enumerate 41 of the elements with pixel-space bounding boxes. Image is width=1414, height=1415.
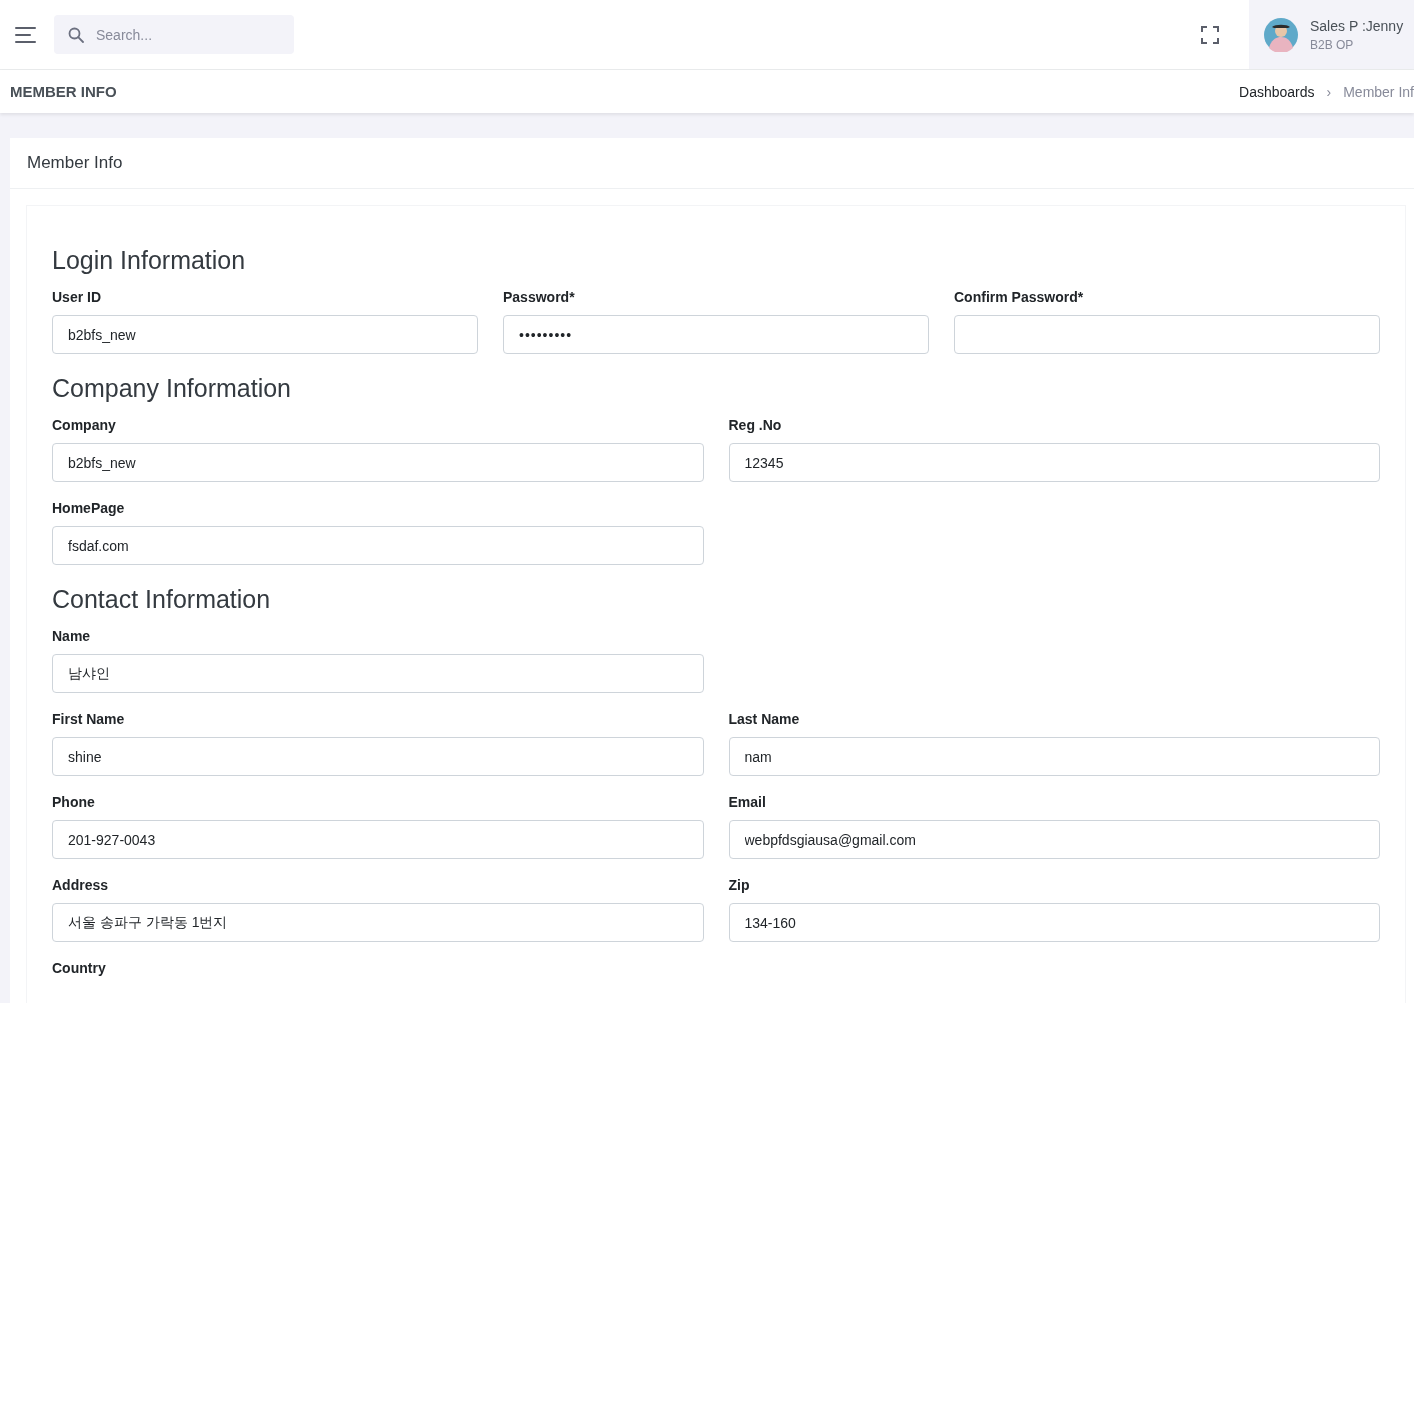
page-title: MEMBER INFO xyxy=(10,83,117,100)
breadcrumb-link[interactable]: Member Inf xyxy=(1343,83,1414,100)
field-label: Password* xyxy=(503,289,576,305)
user-name: Sales P :Jenny xyxy=(1310,17,1404,34)
card-title: Member Info xyxy=(27,153,123,172)
input-field[interactable]: 134-160 xyxy=(728,903,1380,942)
input-field[interactable]: webpfdsgiausa@gmail.com xyxy=(728,820,1380,859)
input-field[interactable]: 남샤인 xyxy=(52,654,704,693)
menu-icon[interactable] xyxy=(15,26,37,43)
fullscreen-icon[interactable] xyxy=(1201,25,1219,44)
field-label: Phone xyxy=(52,794,96,810)
field-label: Country xyxy=(52,960,107,976)
password-field[interactable]: ••••••••• xyxy=(503,315,929,354)
field-label: Zip xyxy=(728,877,751,893)
field-label: Company xyxy=(52,417,117,433)
field-label: User ID xyxy=(52,289,103,305)
input-field[interactable]: 12345 xyxy=(728,443,1380,482)
input-field[interactable]: b2bfs_new xyxy=(52,315,478,354)
breadcrumb-separator: › xyxy=(1326,83,1332,100)
breadcrumb-link[interactable]: Dashboards xyxy=(1239,83,1315,100)
field-label: Email xyxy=(728,794,767,810)
section-heading: Login Information xyxy=(52,246,247,275)
user-role: B2B OP xyxy=(1310,37,1355,52)
input-field[interactable]: fsdaf.com xyxy=(52,526,704,565)
section-heading: Company Information xyxy=(52,374,292,403)
field-label: HomePage xyxy=(52,500,126,516)
input-field[interactable]: b2bfs_new xyxy=(52,443,704,482)
password-field[interactable] xyxy=(954,315,1380,354)
input-field[interactable]: nam xyxy=(728,737,1380,776)
field-label: First Name xyxy=(52,711,126,727)
field-label: Address xyxy=(52,877,110,893)
input-field[interactable]: 201-927-0043 xyxy=(52,820,704,859)
field-label: Last Name xyxy=(728,711,801,727)
input-field[interactable]: 서울 송파구 가락동 1번지 xyxy=(52,903,704,942)
field-label: Reg .No xyxy=(728,417,783,433)
avatar-icon[interactable] xyxy=(1264,17,1298,52)
field-label: Confirm Password* xyxy=(954,289,1085,305)
search-field[interactable]: Search... xyxy=(54,15,294,54)
section-heading: Contact Information xyxy=(52,585,272,614)
input-field[interactable]: shine xyxy=(52,737,704,776)
field-label: Name xyxy=(52,628,92,644)
